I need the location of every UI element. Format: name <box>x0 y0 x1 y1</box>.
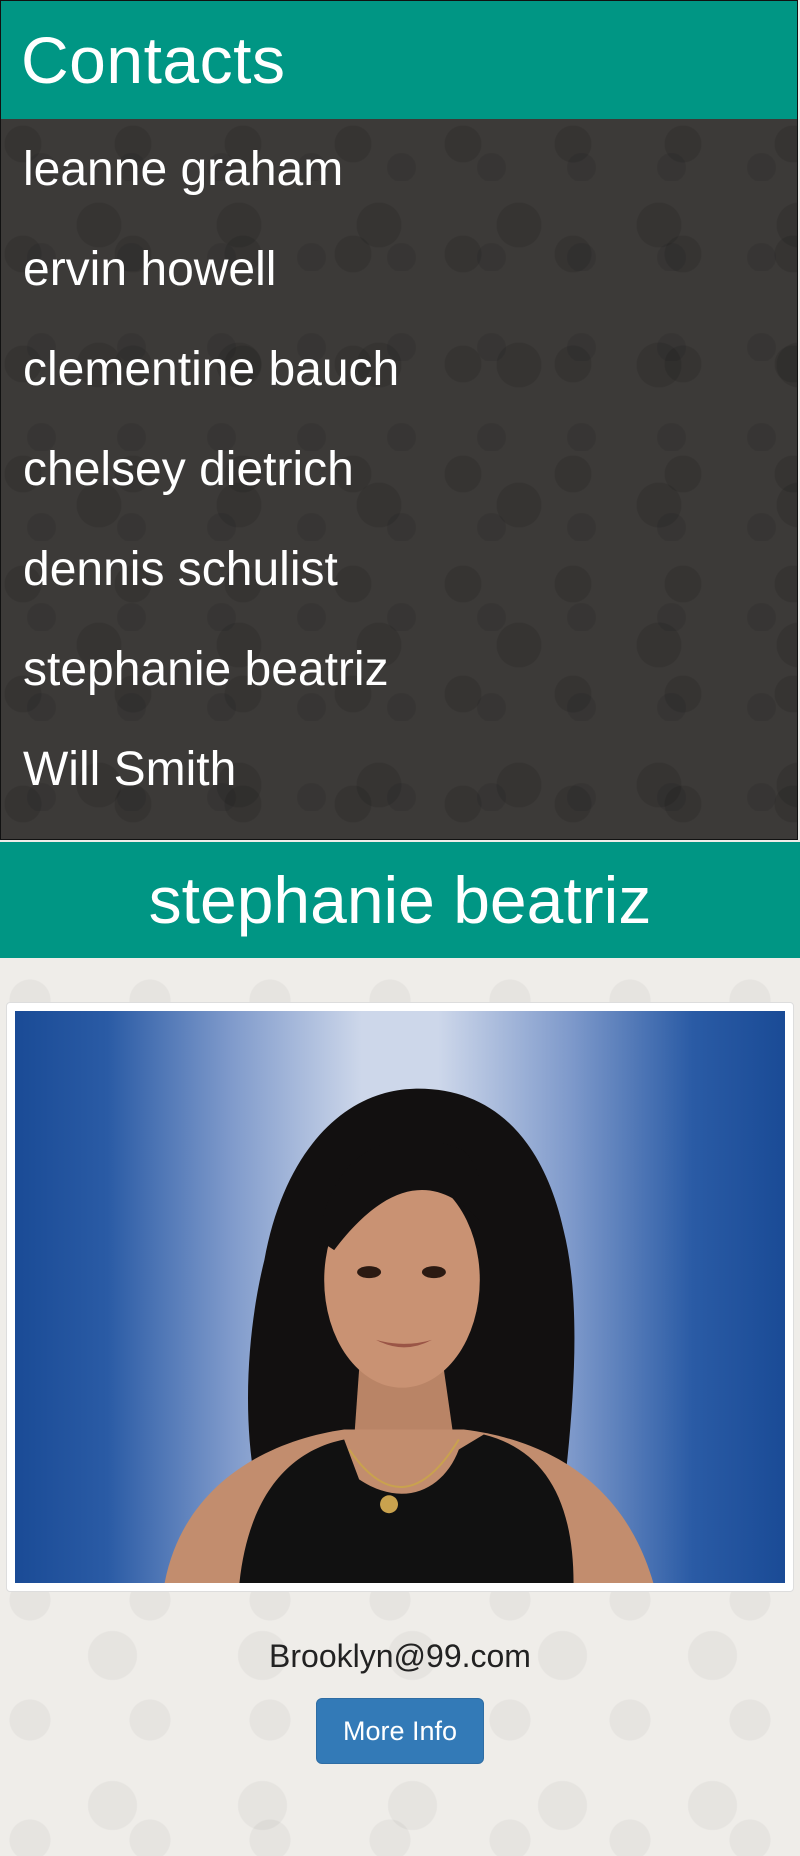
contact-item[interactable]: Will Smith <box>1 719 797 819</box>
contact-detail-name: stephanie beatriz <box>148 863 652 937</box>
contact-item[interactable]: chelsey dietrich <box>1 419 797 519</box>
contact-item[interactable]: ervin howell <box>1 219 797 319</box>
contacts-title: Contacts <box>21 23 286 97</box>
contact-item[interactable]: leanne graham <box>1 119 797 219</box>
contact-item[interactable]: stephanie beatriz <box>1 619 797 719</box>
portrait-illustration <box>164 1088 654 1583</box>
contact-photo-frame <box>6 1002 794 1592</box>
contact-detail-body: Brooklyn@99.com More Info <box>0 958 800 1856</box>
contacts-header: Contacts <box>1 1 797 119</box>
contacts-list: leanne graham ervin howell clementine ba… <box>1 119 797 819</box>
contact-item[interactable]: clementine bauch <box>1 319 797 419</box>
contact-detail-header: stephanie beatriz <box>0 842 800 958</box>
contact-item[interactable]: dennis schulist <box>1 519 797 619</box>
contacts-panel: Contacts leanne graham ervin howell clem… <box>0 0 798 840</box>
more-info-button[interactable]: More Info <box>316 1698 484 1764</box>
contact-photo <box>15 1011 785 1583</box>
contact-email: Brooklyn@99.com <box>269 1638 531 1674</box>
